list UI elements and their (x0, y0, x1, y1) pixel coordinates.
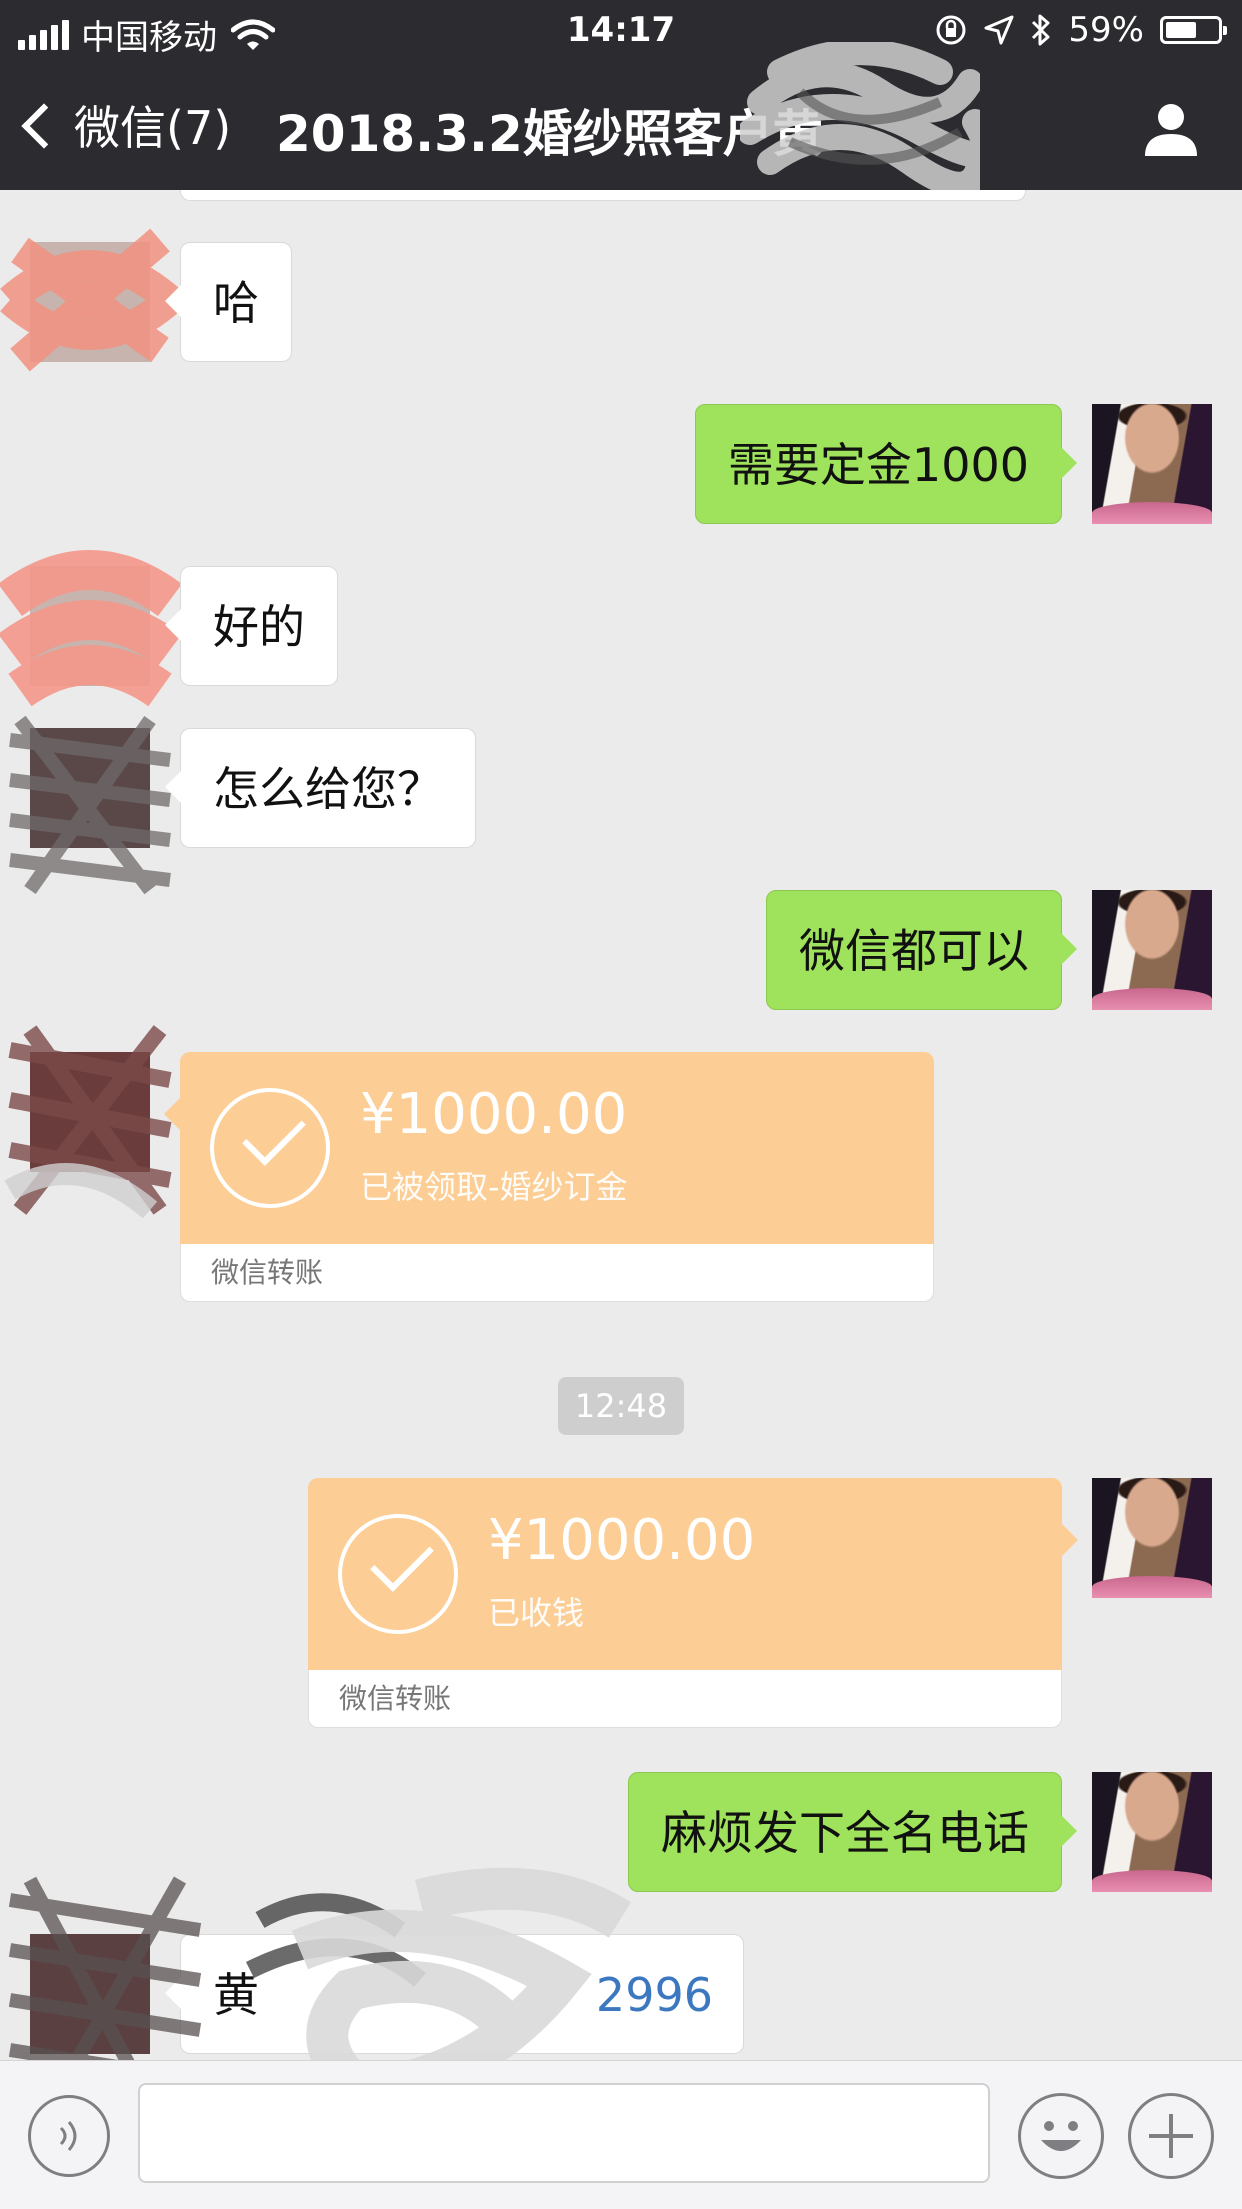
message-bubble[interactable]: 哈 (165, 242, 292, 362)
my-avatar[interactable] (1092, 1478, 1212, 1598)
input-bar (0, 2060, 1242, 2209)
person-icon[interactable] (1142, 100, 1200, 158)
message-text: 哈 (213, 276, 259, 330)
chat-title: 2018.3.2婚纱照客户黄 (276, 105, 823, 163)
message-text: 需要定金1000 (727, 438, 1029, 492)
status-bar: 中国移动 14:17 59% (0, 0, 1242, 62)
message-input[interactable] (138, 2083, 990, 2183)
transfer-note: 已被领取-婚纱订金 (360, 1168, 628, 1206)
message-text: 怎么给您？ (213, 762, 443, 816)
transfer-card-body: ¥1000.00 已收钱 (308, 1478, 1078, 1670)
message-text: 好的 (213, 600, 305, 654)
transfer-amount: ¥1000.00 (488, 1508, 756, 1573)
message-bubble[interactable]: 微信都可以 (766, 890, 1077, 1010)
emoji-icon[interactable] (1018, 2093, 1104, 2179)
transfer-footer: 微信转账 (308, 1670, 1062, 1728)
timestamp: 12:48 (558, 1377, 684, 1435)
contact-avatar[interactable] (30, 242, 150, 362)
smiley-face-icon (1041, 2121, 1081, 2151)
message-bubble[interactable]: 好的 (165, 566, 338, 686)
phone-number-link[interactable]: 2996 (596, 1935, 713, 2055)
transfer-card-body: ¥1000.00 已被领取-婚纱订金 (164, 1052, 934, 1244)
contact-name-text: 黄 (213, 1968, 259, 2022)
back-label: 微信(7) (74, 101, 232, 155)
message-bubble[interactable]: 麻烦发下全名电话 (628, 1772, 1077, 1892)
phone-number-suffix: 2996 (595, 1968, 713, 2022)
contact-avatar[interactable] (30, 1934, 150, 2054)
contact-avatar[interactable] (30, 1052, 150, 1172)
message-bubble[interactable]: 黄 2996 (165, 1934, 744, 2055)
check-circle-icon (210, 1088, 330, 1208)
my-avatar[interactable] (1092, 404, 1212, 524)
message-text: 麻烦发下全名电话 (661, 1806, 1029, 1860)
orientation-lock-icon (936, 15, 966, 45)
my-avatar[interactable] (1092, 1772, 1212, 1892)
voice-wave-icon (59, 2121, 77, 2151)
transfer-note: 已收钱 (488, 1594, 585, 1632)
my-avatar[interactable] (1092, 890, 1212, 1010)
previous-message-edge (180, 190, 1026, 201)
location-arrow-icon (984, 15, 1014, 45)
check-circle-icon (338, 1514, 458, 1634)
voice-icon[interactable] (28, 2095, 110, 2177)
contact-avatar[interactable] (30, 728, 150, 848)
back-button[interactable]: 微信(7) (21, 92, 232, 158)
message-bubble[interactable]: 怎么给您？ (165, 728, 476, 848)
transfer-card[interactable]: ¥1000.00 已被领取-婚纱订金 微信转账 (164, 1052, 934, 1302)
status-right: 59% (934, 10, 1227, 50)
contact-avatar[interactable] (30, 566, 150, 686)
plus-icon[interactable] (1128, 2093, 1214, 2179)
battery-icon (1160, 16, 1227, 44)
battery-percent: 59% (1068, 10, 1144, 50)
message-text: 微信都可以 (799, 924, 1029, 978)
transfer-card[interactable]: ¥1000.00 已收钱 微信转账 (308, 1478, 1078, 1728)
battery-level (1166, 22, 1196, 38)
bluetooth-icon (1032, 14, 1050, 46)
nav-bar: 微信(7) 2018.3.2婚纱照客户黄 (0, 42, 1242, 192)
transfer-amount: ¥1000.00 (360, 1082, 628, 1147)
message-bubble[interactable]: 需要定金1000 (694, 404, 1078, 524)
transfer-footer: 微信转账 (180, 1244, 934, 1302)
chevron-left-icon (21, 103, 67, 149)
